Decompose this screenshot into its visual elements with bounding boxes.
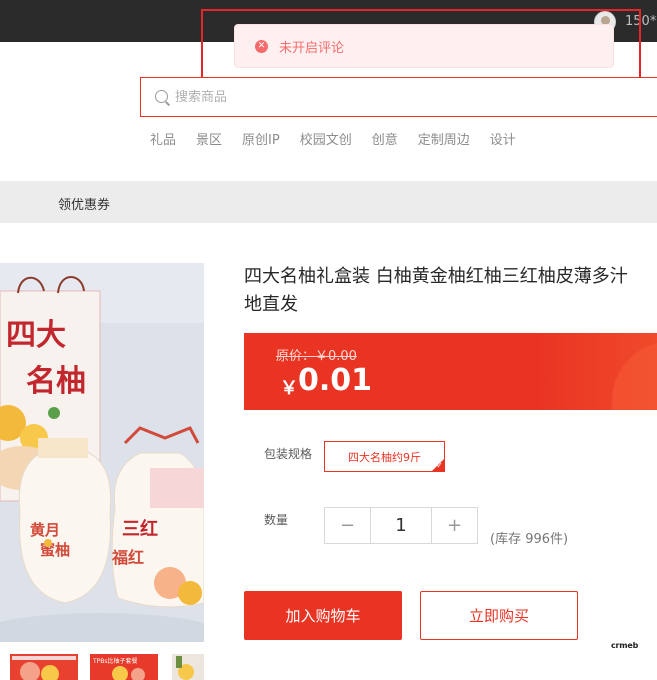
quantity-minus-button[interactable]: − bbox=[325, 508, 370, 543]
search-icon[interactable] bbox=[155, 90, 168, 103]
svg-text:三红: 三红 bbox=[122, 518, 158, 540]
quantity-value[interactable]: 1 bbox=[370, 508, 432, 543]
hot-word-creative[interactable]: 创意 bbox=[372, 129, 398, 148]
original-price: 原价：￥0.00 bbox=[276, 349, 357, 364]
buy-now-button[interactable]: 立即购买 bbox=[420, 591, 578, 640]
quantity-plus-button[interactable]: + bbox=[432, 508, 477, 543]
check-icon: ✓ bbox=[436, 461, 443, 470]
toast-message: 未开启评论 bbox=[279, 40, 345, 56]
hot-word-scenic[interactable]: 景区 bbox=[196, 129, 222, 148]
hot-word-design[interactable]: 设计 bbox=[490, 129, 516, 148]
product-page: 150** ✕ 未开启评论 礼品 景区 原创IP 校园文创 创意 定制周边 设计… bbox=[0, 0, 657, 680]
brand-logo: crmeb bbox=[611, 641, 639, 650]
product-title-line-1: 四大名柚礼盒装 白柚黄金柚红柚三红柚皮薄多汁 bbox=[244, 266, 628, 287]
username[interactable]: 150** bbox=[625, 14, 657, 29]
hot-word-gift[interactable]: 礼品 bbox=[150, 129, 176, 148]
price-panel: 原价：￥0.00 ￥ 0.01 bbox=[244, 333, 657, 410]
product-title: 四大名柚礼盒装 白柚黄金柚红柚三红柚皮薄多汁 地直发 bbox=[244, 263, 657, 319]
svg-text:TPBs比柚子套餐: TPBs比柚子套餐 bbox=[92, 657, 138, 665]
svg-text:四大: 四大 bbox=[6, 318, 66, 353]
hot-words: 礼品 景区 原创IP 校园文创 创意 定制周边 设计 bbox=[150, 129, 536, 148]
hot-word-custom[interactable]: 定制周边 bbox=[418, 129, 470, 148]
svg-text:黄月: 黄月 bbox=[30, 521, 60, 539]
spec-option[interactable]: 四大名柚约9斤 ✓ bbox=[324, 441, 445, 472]
product-title-line-2: 地直发 bbox=[244, 294, 298, 315]
quantity-label: 数量 bbox=[264, 513, 289, 527]
hot-word-campus[interactable]: 校园文创 bbox=[300, 129, 352, 148]
thumbnail-strip: TPBs比柚子套餐 bbox=[0, 654, 210, 680]
nav-bar: 领优惠券 bbox=[0, 181, 657, 223]
stock-info: (库存 996件) bbox=[490, 532, 569, 547]
svg-text:名柚: 名柚 bbox=[26, 364, 86, 399]
thumbnail-2[interactable]: TPBs比柚子套餐 bbox=[90, 654, 158, 680]
current-price: 0.01 bbox=[298, 363, 373, 398]
currency-symbol: ￥ bbox=[280, 378, 298, 399]
add-to-cart-button[interactable]: 加入购物车 bbox=[244, 591, 402, 640]
thumbnail-1[interactable] bbox=[10, 654, 78, 680]
nav-coupon-link[interactable]: 领优惠券 bbox=[58, 194, 110, 213]
search-bar bbox=[140, 77, 657, 117]
spec-option-label: 四大名柚约9斤 bbox=[348, 450, 421, 464]
thumbnail-3[interactable] bbox=[172, 654, 204, 680]
price-decoration bbox=[612, 341, 657, 410]
spec-label: 包装规格 bbox=[264, 447, 313, 461]
error-circle-icon: ✕ bbox=[255, 39, 268, 53]
svg-text:福红: 福红 bbox=[111, 548, 144, 567]
search-input[interactable] bbox=[175, 78, 655, 116]
quantity-stepper: − 1 + bbox=[324, 507, 478, 544]
error-toast: ✕ 未开启评论 bbox=[234, 24, 614, 68]
hot-word-original-ip[interactable]: 原创IP bbox=[242, 129, 280, 148]
product-main-image[interactable]: 四大 名柚 黄月 蜜柚 三红 福红 bbox=[0, 263, 204, 642]
